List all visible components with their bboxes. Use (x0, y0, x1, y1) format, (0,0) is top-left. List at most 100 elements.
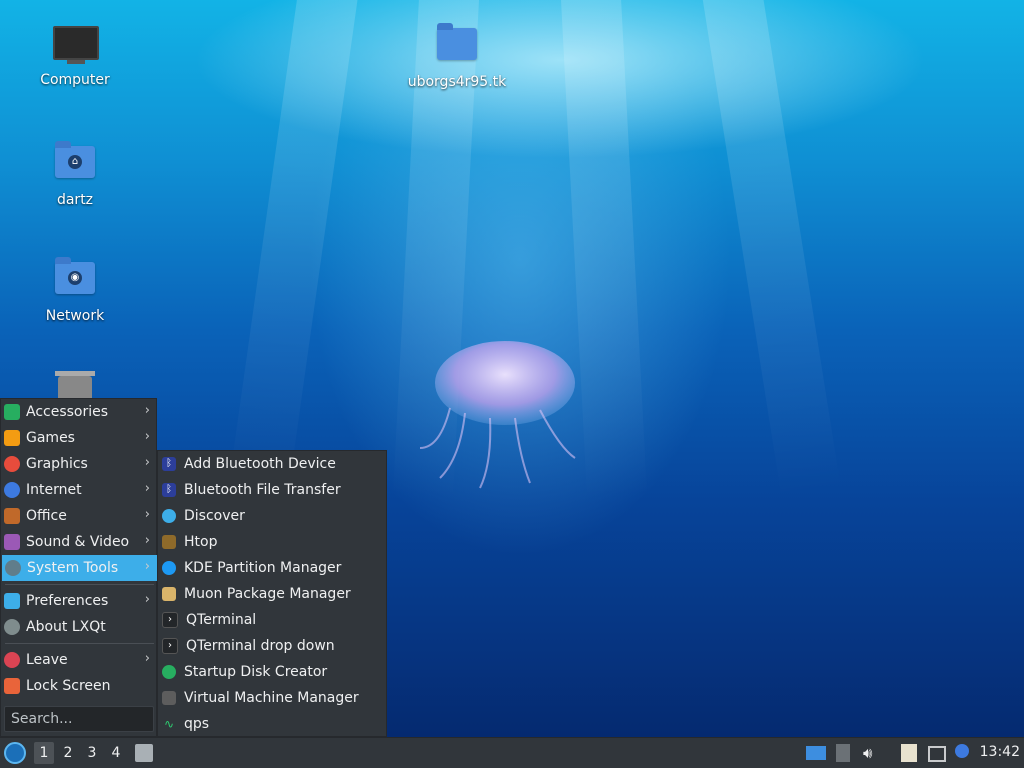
menu-separator (5, 584, 154, 585)
sound-video-icon (4, 534, 20, 550)
menu-item-graphics[interactable]: Graphics › (1, 451, 158, 477)
package-icon (162, 587, 176, 601)
menu-item-leave[interactable]: Leave › (1, 647, 158, 673)
menu-item-label: Office (26, 508, 67, 524)
submenu-item-muon-package-manager[interactable]: Muon Package Manager (158, 581, 386, 607)
computer-icon (53, 26, 99, 66)
submenu-item-label: Discover (184, 508, 245, 524)
chevron-right-icon: › (144, 403, 150, 418)
chevron-right-icon: › (144, 507, 150, 522)
chevron-right-icon: › (144, 651, 150, 666)
system-tools-submenu: ᛒ Add Bluetooth Device ᛒ Bluetooth File … (157, 450, 387, 737)
partition-icon (162, 561, 176, 575)
submenu-item-label: Muon Package Manager (184, 586, 351, 602)
qps-icon: ∿ (163, 717, 175, 731)
start-menu-button[interactable] (4, 742, 26, 764)
vm-icon (162, 691, 176, 705)
application-menu: Accessories › Games › Graphics › Interne… (0, 398, 158, 737)
preferences-icon (4, 593, 20, 609)
submenu-item-label: QTerminal (186, 612, 257, 628)
menu-item-sound-video[interactable]: Sound & Video › (1, 529, 158, 555)
home-folder-icon: ⌂ (53, 141, 97, 186)
submenu-item-label: Virtual Machine Manager (184, 690, 359, 706)
menu-item-office[interactable]: Office › (1, 503, 158, 529)
submenu-item-add-bluetooth-device[interactable]: ᛒ Add Bluetooth Device (158, 451, 386, 477)
network-status-icon[interactable] (928, 746, 946, 762)
menu-item-games[interactable]: Games › (1, 425, 158, 451)
chevron-right-icon: › (144, 481, 150, 496)
menu-item-label: Sound & Video (26, 534, 130, 550)
submenu-item-bluetooth-file-transfer[interactable]: ᛒ Bluetooth File Transfer (158, 477, 386, 503)
menu-item-label: Graphics (26, 456, 88, 472)
menu-item-system-tools[interactable]: System Tools › (2, 555, 158, 581)
graphics-icon (4, 456, 20, 472)
workspace-2-button[interactable]: 2 (58, 742, 78, 764)
menu-item-lock-screen[interactable]: Lock Screen (1, 673, 158, 699)
accessories-icon (4, 404, 20, 420)
internet-icon (4, 482, 20, 498)
chevron-right-icon: › (144, 592, 150, 607)
submenu-item-label: qps (184, 716, 210, 732)
show-desktop-icon[interactable] (135, 744, 153, 762)
menu-item-label: Internet (26, 482, 82, 498)
menu-search-input[interactable]: Search... (4, 706, 154, 732)
folder-icon (435, 23, 479, 68)
submenu-item-qterminal[interactable]: › QTerminal (158, 607, 386, 633)
submenu-item-discover[interactable]: Discover (158, 503, 386, 529)
submenu-item-qps[interactable]: ∿ qps (158, 711, 386, 737)
submenu-item-startup-disk-creator[interactable]: Startup Disk Creator (158, 659, 386, 685)
discover-icon (162, 509, 176, 523)
submenu-item-htop[interactable]: Htop (158, 529, 386, 555)
jellyfish-image (420, 341, 576, 489)
submenu-item-kde-partition-manager[interactable]: KDE Partition Manager (158, 555, 386, 581)
menu-item-internet[interactable]: Internet › (1, 477, 158, 503)
menu-item-preferences[interactable]: Preferences › (1, 588, 158, 614)
menu-separator (5, 643, 154, 644)
menu-item-label: Leave (26, 652, 68, 668)
submenu-item-label: Add Bluetooth Device (184, 456, 336, 472)
taskbar: 1 2 3 4 🔊︎ 13:42 (0, 737, 1024, 768)
submenu-item-label: Bluetooth File Transfer (184, 482, 341, 498)
menu-item-label: About LXQt (26, 619, 106, 635)
notification-icon[interactable] (955, 744, 969, 758)
uborgs-folder-desktop-icon[interactable]: uborgs4r95.tk (402, 22, 512, 90)
menu-item-label: System Tools (27, 560, 119, 576)
submenu-item-label: KDE Partition Manager (184, 560, 342, 576)
updates-icon[interactable] (836, 744, 850, 762)
menu-item-label: Preferences (26, 593, 109, 609)
submenu-item-qterminal-drop-down[interactable]: › QTerminal drop down (158, 633, 386, 659)
home-folder-label: dartz (56, 192, 94, 208)
office-icon (4, 508, 20, 524)
light-ray (227, 0, 360, 500)
lock-icon (4, 678, 20, 694)
workspace-1-button[interactable]: 1 (34, 742, 54, 764)
menu-item-accessories[interactable]: Accessories › (1, 399, 158, 425)
uborgs-folder-label: uborgs4r95.tk (407, 74, 507, 90)
volume-icon[interactable]: 🔊︎ (863, 744, 881, 762)
clipboard-icon[interactable] (901, 744, 917, 762)
network-folder-icon: ◉ (53, 257, 97, 302)
computer-desktop-icon[interactable]: Computer (20, 22, 130, 88)
games-icon (4, 430, 20, 446)
workspace-3-button[interactable]: 3 (82, 742, 102, 764)
terminal-icon: › (162, 612, 178, 628)
chevron-right-icon: › (144, 455, 150, 470)
home-folder-desktop-icon[interactable]: ⌂ dartz (20, 140, 130, 208)
about-icon (4, 619, 20, 635)
menu-item-about-lxqt[interactable]: About LXQt (1, 614, 158, 640)
leave-icon (4, 652, 20, 668)
chevron-right-icon: › (144, 429, 150, 444)
workspace-4-button[interactable]: 4 (106, 742, 126, 764)
submenu-item-label: Startup Disk Creator (184, 664, 328, 680)
submenu-item-label: QTerminal drop down (186, 638, 335, 654)
startup-disk-icon (162, 665, 176, 679)
menu-item-label: Games (26, 430, 75, 446)
network-label: Network (45, 308, 105, 324)
computer-label: Computer (40, 72, 110, 88)
bluetooth-icon: ᛒ (162, 457, 176, 471)
chevron-right-icon: › (144, 559, 150, 574)
submenu-item-virtual-machine-manager[interactable]: Virtual Machine Manager (158, 685, 386, 711)
window-list-icon[interactable] (806, 746, 826, 760)
network-desktop-icon[interactable]: ◉ Network (20, 256, 130, 324)
clock[interactable]: 13:42 (980, 744, 1020, 760)
